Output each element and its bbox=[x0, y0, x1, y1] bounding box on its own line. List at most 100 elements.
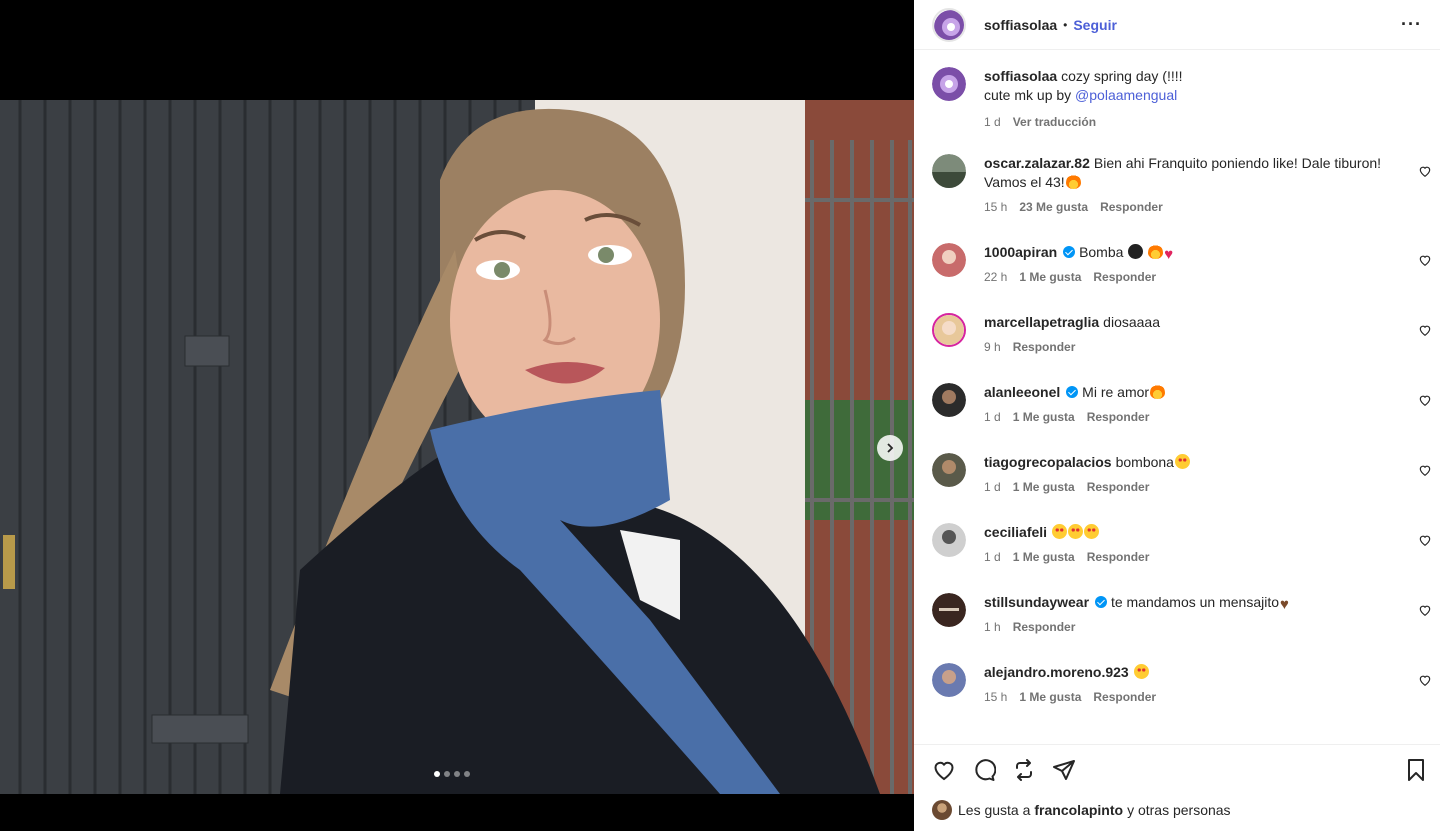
comment-username[interactable]: alanleeonel bbox=[984, 384, 1060, 400]
comment-likes[interactable]: 1 Me gusta bbox=[1019, 268, 1081, 287]
reply-button[interactable]: Responder bbox=[1093, 688, 1156, 707]
likes-summary[interactable]: Les gusta a francolapinto y otras person… bbox=[932, 800, 1231, 820]
like-comment-heart-icon[interactable] bbox=[1418, 533, 1432, 547]
reply-button[interactable]: Responder bbox=[1087, 408, 1150, 427]
carousel-indicator bbox=[434, 771, 470, 777]
follow-button[interactable]: Seguir bbox=[1073, 17, 1117, 33]
like-comment-heart-icon[interactable] bbox=[1418, 673, 1432, 687]
comment-likes[interactable]: 23 Me gusta bbox=[1019, 198, 1088, 217]
comment-item: ceciliafeli 1 d 1 Me gusta Responder bbox=[932, 523, 1432, 567]
reply-button[interactable]: Responder bbox=[1100, 198, 1163, 217]
like-comment-heart-icon[interactable] bbox=[1418, 164, 1432, 178]
comment-username[interactable]: marcellapetraglia bbox=[984, 314, 1099, 330]
fire-emoji-icon bbox=[1148, 244, 1164, 259]
fire-emoji-icon bbox=[1150, 384, 1166, 399]
next-media-button[interactable] bbox=[877, 435, 903, 461]
comments-list[interactable]: soffiasolaa cozy spring day (!!!! cute mk… bbox=[914, 51, 1440, 743]
comment-avatar[interactable] bbox=[932, 663, 966, 697]
comment-username[interactable]: oscar.zalazar.82 bbox=[984, 155, 1090, 171]
like-comment-heart-icon[interactable] bbox=[1418, 323, 1432, 337]
comment-username[interactable]: tiagogrecopalacios bbox=[984, 454, 1112, 470]
author-username[interactable]: soffiasolaa bbox=[984, 17, 1057, 33]
reply-button[interactable]: Responder bbox=[1093, 268, 1156, 287]
comment-avatar[interactable] bbox=[932, 383, 966, 417]
comment-text: diosaaaa bbox=[1103, 314, 1160, 330]
caption: soffiasolaa cozy spring day (!!!! cute mk… bbox=[932, 67, 1432, 132]
comment-bubble-icon[interactable] bbox=[972, 758, 996, 782]
caption-text-line1: cozy spring day (!!!! bbox=[1061, 68, 1183, 84]
comment-item: alanleeonel Mi re amor 1 d 1 Me gusta Resp… bbox=[932, 383, 1432, 427]
post-media-area bbox=[0, 0, 914, 831]
comment-likes[interactable]: 1 Me gusta bbox=[1013, 408, 1075, 427]
bomb-emoji-icon bbox=[1128, 244, 1144, 259]
comment-likes[interactable]: 1 Me gusta bbox=[1019, 688, 1081, 707]
comment-avatar[interactable] bbox=[932, 523, 966, 557]
comment-time: 15 h bbox=[984, 690, 1008, 704]
post-details-panel: soffiasolaa • Seguir ··· soffiasolaa cozy… bbox=[914, 0, 1440, 831]
comment-item: marcellapetraglia diosaaaa 9 h Responder bbox=[932, 313, 1432, 357]
likes-suffix[interactable]: y otras personas bbox=[1127, 802, 1231, 818]
post-header: soffiasolaa • Seguir ··· bbox=[914, 0, 1440, 50]
comment-time: 1 d bbox=[984, 410, 1001, 424]
like-comment-heart-icon[interactable] bbox=[1418, 603, 1432, 617]
comment-item: 1000apiran Bomba ♥ 22 h 1 Me gusta Respond… bbox=[932, 243, 1432, 287]
comment-likes[interactable]: 1 Me gusta bbox=[1013, 548, 1075, 567]
liker-username[interactable]: francolapinto bbox=[1034, 802, 1123, 818]
brown-heart-emoji-icon: ♥ bbox=[1280, 596, 1289, 613]
carousel-dot bbox=[464, 771, 470, 777]
caption-mention-link[interactable]: @polaamengual bbox=[1075, 87, 1177, 103]
comment-username[interactable]: ceciliafeli bbox=[984, 524, 1047, 540]
author-avatar[interactable] bbox=[932, 7, 966, 42]
carousel-dot bbox=[454, 771, 460, 777]
like-heart-icon[interactable] bbox=[932, 758, 956, 782]
comment-avatar[interactable] bbox=[932, 154, 966, 188]
likes-prefix: Les gusta a bbox=[958, 802, 1031, 818]
comment-time: 22 h bbox=[984, 270, 1008, 284]
comment-item: tiagogrecopalacios bombona 1 d 1 Me gusta R… bbox=[932, 453, 1432, 497]
reply-button[interactable]: Responder bbox=[1013, 618, 1076, 637]
comment-avatar[interactable] bbox=[932, 453, 966, 487]
like-comment-heart-icon[interactable] bbox=[1418, 393, 1432, 407]
reply-button[interactable]: Responder bbox=[1087, 478, 1150, 497]
comment-likes[interactable]: 1 Me gusta bbox=[1013, 478, 1075, 497]
translate-link[interactable]: Ver traducción bbox=[1013, 113, 1096, 132]
verified-badge-icon bbox=[1066, 386, 1079, 398]
comment-item: stillsundaywear te mandamos un mensajito… bbox=[932, 593, 1432, 637]
comment-avatar[interactable] bbox=[932, 593, 966, 627]
comment-username[interactable]: 1000apiran bbox=[984, 244, 1057, 260]
comment-avatar[interactable] bbox=[932, 243, 966, 277]
caption-username[interactable]: soffiasolaa bbox=[984, 68, 1057, 84]
star-struck-emoji-icon bbox=[1133, 664, 1149, 679]
comment-username[interactable]: alejandro.moreno.923 bbox=[984, 664, 1129, 680]
comment-avatar[interactable] bbox=[932, 313, 966, 347]
red-heart-emoji-icon: ♥ bbox=[1164, 246, 1174, 263]
reply-button[interactable]: Responder bbox=[1087, 548, 1150, 567]
comment-time: 1 d bbox=[984, 550, 1001, 564]
comment-time: 1 d bbox=[984, 480, 1001, 494]
comment-text: bombona bbox=[1115, 454, 1174, 470]
carousel-dot bbox=[444, 771, 450, 777]
post-photo[interactable] bbox=[0, 100, 914, 794]
reply-button[interactable]: Responder bbox=[1013, 338, 1076, 357]
comment-item: alejandro.moreno.923 15 h 1 Me gusta Respo… bbox=[932, 663, 1432, 707]
fire-emoji-icon bbox=[1065, 174, 1081, 189]
comment-text: te mandamos un mensajito bbox=[1110, 594, 1280, 610]
comment-time: 9 h bbox=[984, 340, 1001, 354]
verified-badge-icon bbox=[1094, 596, 1107, 608]
comment-time: 1 h bbox=[984, 620, 1001, 634]
share-paper-plane-icon[interactable] bbox=[1052, 758, 1076, 782]
instagram-post-modal: soffiasolaa • Seguir ··· soffiasolaa cozy… bbox=[0, 0, 1440, 831]
header-separator: • bbox=[1063, 17, 1068, 32]
like-comment-heart-icon[interactable] bbox=[1418, 463, 1432, 477]
repost-icon[interactable] bbox=[1012, 758, 1036, 782]
comment-item: oscar.zalazar.82 Bien ahi Franquito ponie… bbox=[932, 154, 1432, 217]
photo-illustration bbox=[0, 100, 914, 794]
caption-avatar[interactable] bbox=[932, 67, 966, 101]
comment-username[interactable]: stillsundaywear bbox=[984, 594, 1089, 610]
comment-text: Mi re amor bbox=[1082, 384, 1150, 400]
chevron-right-icon bbox=[887, 443, 894, 453]
more-options-button[interactable]: ··· bbox=[1401, 14, 1422, 35]
save-bookmark-icon[interactable] bbox=[1404, 758, 1428, 782]
verified-badge-icon bbox=[1063, 246, 1076, 258]
like-comment-heart-icon[interactable] bbox=[1418, 253, 1432, 267]
